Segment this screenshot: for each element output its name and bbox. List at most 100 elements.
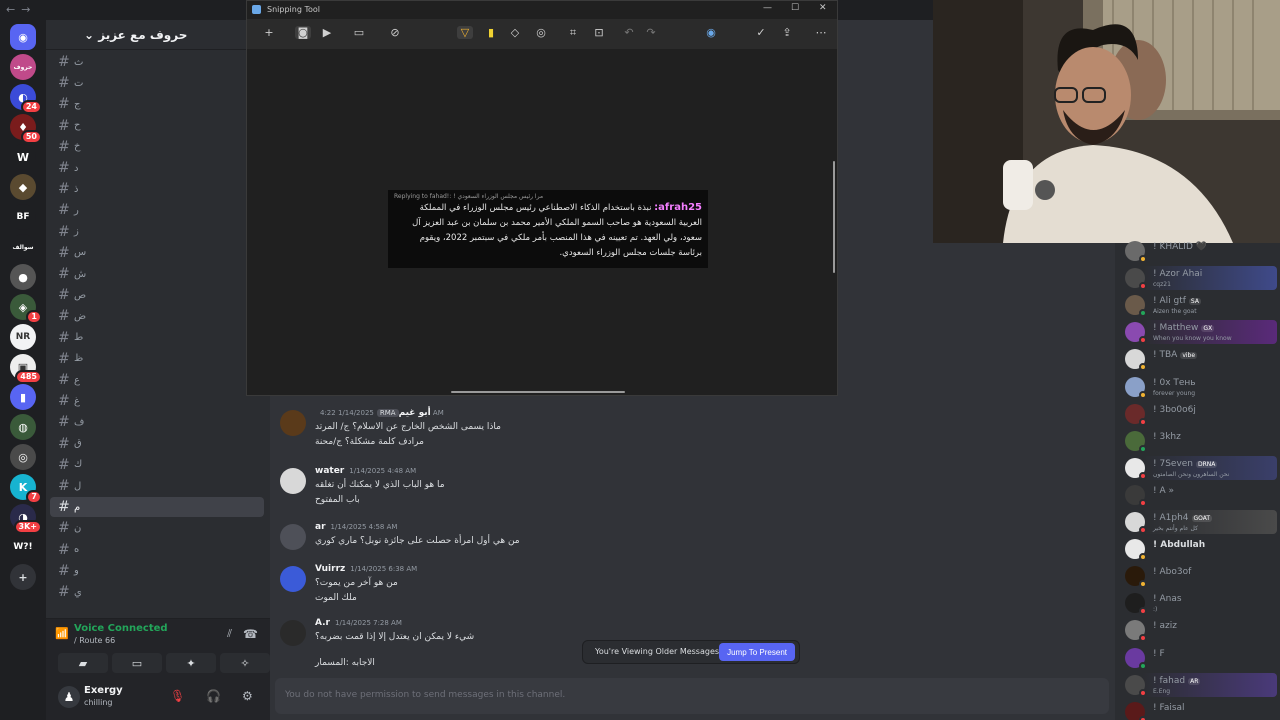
avatar[interactable] (1125, 593, 1147, 616)
voice-status[interactable]: Voice Connected (74, 623, 168, 634)
server-icon-15[interactable]: K7 (10, 474, 42, 504)
shapes-icon[interactable]: ◎ (533, 26, 549, 39)
member-item[interactable]: ! Faisal (1119, 700, 1277, 720)
channel-item[interactable]: # م (50, 497, 264, 518)
avatar[interactable] (1125, 647, 1147, 670)
channel-item[interactable]: # س (50, 243, 264, 263)
channel-item[interactable]: # ع (50, 370, 264, 390)
avatar[interactable] (1125, 457, 1147, 480)
member-item[interactable]: ! 3bo0o6j (1119, 402, 1277, 426)
add-server-icon[interactable]: + (10, 564, 36, 590)
member-item[interactable]: ! A1ph4 GOAT كل عام وأنتم بخير (1119, 510, 1277, 534)
avatar[interactable] (1125, 701, 1147, 720)
discord-icon[interactable]: ◉ (10, 24, 36, 50)
avatar[interactable] (280, 566, 306, 592)
member-item[interactable]: ! 3khz (1119, 429, 1277, 453)
channel-item[interactable]: # ن (50, 518, 264, 538)
member-item[interactable]: ! Anas:) (1119, 591, 1277, 616)
noise-suppression-icon[interactable]: ⫽ (227, 627, 232, 641)
channel-item[interactable]: # ط (50, 328, 264, 348)
channel-item[interactable]: # ظ (50, 349, 264, 369)
share-icon[interactable]: ⇪ (779, 26, 795, 39)
channel-item[interactable]: # ك (50, 455, 264, 475)
undo-icon[interactable]: ↶ (621, 26, 637, 39)
folder-icon[interactable]: ▮ (10, 384, 36, 410)
guild-header[interactable]: حروف مع عزيز ⌄ (46, 20, 270, 50)
snip-shape-icon[interactable]: ▭ (351, 26, 367, 39)
message[interactable]: Vuirrz 1/14/2025 6:38 AM من هو آخر من يموت… (280, 564, 980, 616)
redo-icon[interactable]: ↷ (643, 26, 659, 39)
crop-icon[interactable]: ⌗ (565, 26, 581, 40)
avatar[interactable] (280, 468, 306, 494)
channel-item[interactable]: # ز (50, 222, 264, 242)
paint-icon[interactable]: ◉ (703, 26, 719, 39)
channel-item[interactable]: # ج (50, 94, 264, 114)
member-item[interactable]: ! Ali gtf SA Aizen the goat (1119, 293, 1277, 318)
channel-item[interactable]: # ل (50, 476, 264, 496)
avatar[interactable] (1125, 566, 1147, 589)
username[interactable]: Exergy (84, 685, 123, 696)
message[interactable]: water 1/14/2025 4:48 AM ما هو الباب الذي ل… (280, 466, 980, 518)
save-check-icon[interactable]: ✓ (753, 26, 769, 39)
message-author[interactable]: A.r (315, 618, 330, 628)
server-icon-9[interactable]: ◈ 1 (10, 294, 42, 324)
server-icon-3[interactable]: ♦ 50 (10, 114, 42, 144)
screen-share-button[interactable]: ▭ (112, 653, 162, 673)
avatar[interactable] (1125, 620, 1147, 643)
server-icon-2[interactable]: ◐ 24 (10, 84, 42, 114)
server-icon-14[interactable]: ◎ (10, 444, 36, 470)
member-item[interactable]: ! Azor Ahai cqz21 (1119, 266, 1277, 291)
channel-item[interactable]: # ر (50, 200, 264, 220)
avatar[interactable] (1125, 268, 1147, 291)
avatar[interactable] (280, 620, 306, 646)
channel-item[interactable]: # ض (50, 306, 264, 326)
server-icon-13[interactable]: ◍ (10, 414, 36, 440)
avatar[interactable] (1125, 349, 1147, 372)
message[interactable]: أبو غيمRMA1/14/2025 4:22 AM ماذا يسمى الش… (280, 408, 980, 460)
headphones-icon[interactable]: 🎧 (206, 689, 221, 703)
server-icon-16[interactable]: ◑ 3K+ (10, 504, 42, 534)
avatar[interactable] (1125, 539, 1147, 562)
channel-item[interactable]: # ت (50, 73, 264, 93)
video-mode-icon[interactable]: ▶ (319, 26, 335, 39)
message-author[interactable]: أبو غيم (399, 408, 431, 418)
soundboard-button[interactable]: ✧ (220, 653, 270, 673)
member-item[interactable]: ! aziz (1119, 618, 1277, 643)
message-author[interactable]: ar (315, 522, 326, 532)
maximize-icon[interactable]: ☐ (791, 3, 799, 13)
channel-item[interactable]: # ق (50, 434, 264, 454)
jump-to-present-button[interactable]: Jump To Present (719, 643, 795, 661)
member-item[interactable]: ! fahad AR E.Eng (1119, 672, 1277, 697)
member-item[interactable]: ! F (1119, 646, 1277, 670)
member-item[interactable]: ! Matthew GX When you know you know (1119, 320, 1277, 345)
member-item[interactable]: ! A » (1119, 483, 1277, 507)
highlighter-icon[interactable]: ▮ (483, 26, 499, 39)
avatar[interactable]: ♟ (58, 686, 80, 708)
avatar[interactable] (1125, 403, 1147, 426)
signal-icon[interactable]: 📶 (55, 627, 69, 640)
server-icon-7[interactable]: سوالف (10, 234, 36, 260)
eraser-icon[interactable]: ◇ (507, 26, 523, 39)
server-icon-17[interactable]: W?! (10, 534, 36, 560)
avatar[interactable] (1125, 376, 1147, 399)
server-icon-5[interactable]: ◆ (10, 174, 36, 200)
avatar[interactable] (280, 524, 306, 550)
server-icon-4[interactable]: W (10, 144, 36, 170)
channel-item[interactable]: # ي (50, 582, 264, 602)
avatar[interactable] (1125, 295, 1147, 318)
server-icon-11[interactable]: ▣ 485 (10, 354, 42, 384)
channel-item[interactable]: # غ (50, 391, 264, 411)
gear-icon[interactable]: ⚙ (242, 689, 253, 703)
message-author[interactable]: Vuirrz (315, 564, 345, 574)
close-icon[interactable]: ✕ (819, 3, 827, 13)
server-icon-6[interactable]: BF (10, 204, 36, 230)
server-icon-1[interactable]: حروف (10, 54, 36, 80)
channel-item[interactable]: # ه (50, 540, 264, 560)
mute-icon[interactable]: 🎙 (170, 689, 185, 703)
member-item[interactable]: ! Abdullah (1119, 537, 1277, 562)
channel-item[interactable]: # ث (50, 52, 264, 72)
avatar[interactable] (1125, 512, 1147, 534)
member-item[interactable]: ! 0x Тень forever young (1119, 375, 1277, 399)
minimize-icon[interactable]: — (763, 3, 772, 13)
member-item[interactable]: ! Abo3of (1119, 564, 1277, 589)
